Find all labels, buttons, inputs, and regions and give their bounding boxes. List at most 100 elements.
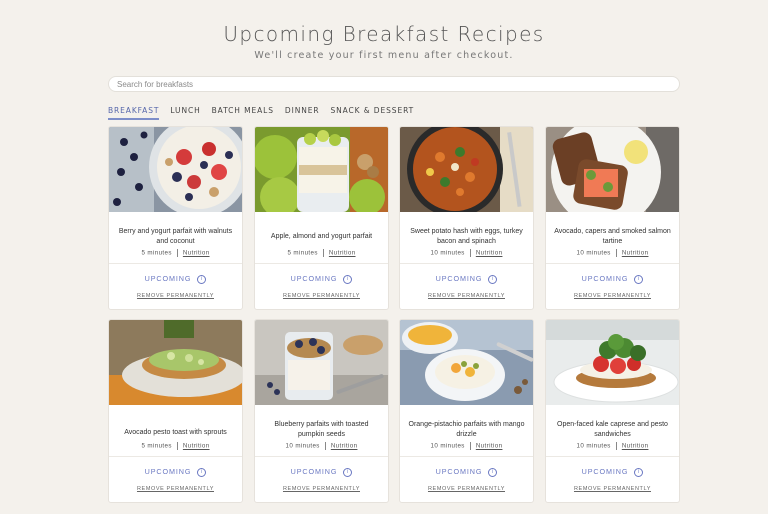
recipe-meta: 10 minutes Nutrition xyxy=(400,249,533,257)
recipes-page: Upcoming Breakfast Recipes We'll create … xyxy=(0,0,768,514)
tab-breakfast[interactable]: BREAKFAST xyxy=(108,106,160,120)
nutrition-link[interactable]: Nutrition xyxy=(622,250,649,257)
info-icon[interactable]: i xyxy=(488,467,498,477)
remove-permanently-link[interactable]: REMOVE PERMANENTLY xyxy=(255,293,388,299)
prep-time: 10 minutes xyxy=(285,442,320,450)
recipe-title[interactable]: Sweet potato hash with eggs, turkey baco… xyxy=(406,227,527,247)
recipe-card[interactable]: Avocado pesto toast with sprouts 5 minut… xyxy=(108,319,243,503)
upcoming-label: UPCOMING xyxy=(144,274,192,283)
recipe-photo[interactable] xyxy=(109,320,242,405)
upcoming-label: UPCOMING xyxy=(144,467,192,476)
upcoming-label: UPCOMING xyxy=(290,467,338,476)
search-input[interactable] xyxy=(108,76,680,92)
info-icon[interactable]: i xyxy=(197,467,207,477)
recipe-meta: 5 minutes Nutrition xyxy=(109,249,242,257)
card-divider xyxy=(109,263,242,264)
recipe-meta: 10 minutes Nutrition xyxy=(400,442,533,450)
nutrition-link[interactable]: Nutrition xyxy=(476,250,503,257)
recipe-card[interactable]: Sweet potato hash with eggs, turkey baco… xyxy=(399,126,534,310)
recipe-meta: 5 minutes Nutrition xyxy=(255,249,388,257)
remove-permanently-link[interactable]: REMOVE PERMANENTLY xyxy=(400,486,533,492)
meta-divider xyxy=(469,442,471,450)
recipe-card[interactable]: Open-faced kale caprese and pesto sandwi… xyxy=(545,319,680,503)
meta-divider xyxy=(469,249,471,257)
recipe-photo[interactable] xyxy=(400,320,533,405)
card-divider xyxy=(546,263,679,264)
tab-dinner[interactable]: DINNER xyxy=(285,106,320,120)
upcoming-button[interactable]: UPCOMING i xyxy=(255,467,388,477)
tab-lunch[interactable]: LUNCH xyxy=(170,106,200,120)
meta-divider xyxy=(176,249,178,257)
upcoming-button[interactable]: UPCOMING i xyxy=(109,467,242,477)
prep-time: 5 minutes xyxy=(287,249,318,257)
prep-time: 10 minutes xyxy=(430,249,465,257)
meal-tabs: BREAKFAST LUNCH BATCH MEALS DINNER SNACK… xyxy=(108,106,425,120)
info-icon[interactable]: i xyxy=(634,467,644,477)
upcoming-button[interactable]: UPCOMING i xyxy=(546,274,679,284)
recipe-card[interactable]: Blueberry parfaits with toasted pumpkin … xyxy=(254,319,389,503)
info-icon[interactable]: i xyxy=(343,467,353,477)
recipe-title[interactable]: Open-faced kale caprese and pesto sandwi… xyxy=(552,420,673,440)
card-divider xyxy=(255,263,388,264)
upcoming-label: UPCOMING xyxy=(435,467,483,476)
remove-permanently-link[interactable]: REMOVE PERMANENTLY xyxy=(546,486,679,492)
nutrition-link[interactable]: Nutrition xyxy=(183,443,210,450)
recipe-card[interactable]: Avocado, capers and smoked salmon tartin… xyxy=(545,126,680,310)
recipe-title[interactable]: Orange-pistachio parfaits with mango dri… xyxy=(406,420,527,440)
upcoming-button[interactable]: UPCOMING i xyxy=(546,467,679,477)
meta-divider xyxy=(324,442,326,450)
recipe-photo[interactable] xyxy=(400,127,533,212)
recipe-photo[interactable] xyxy=(546,320,679,405)
tab-batch-meals[interactable]: BATCH MEALS xyxy=(212,106,274,120)
meta-divider xyxy=(176,442,178,450)
remove-permanently-link[interactable]: REMOVE PERMANENTLY xyxy=(109,486,242,492)
prep-time: 10 minutes xyxy=(576,442,611,450)
nutrition-link[interactable]: Nutrition xyxy=(331,443,358,450)
recipe-title[interactable]: Avocado pesto toast with sprouts xyxy=(115,428,236,438)
info-icon[interactable]: i xyxy=(197,274,207,284)
upcoming-button[interactable]: UPCOMING i xyxy=(400,467,533,477)
recipe-title[interactable]: Apple, almond and yogurt parfait xyxy=(261,232,382,242)
recipe-meta: 5 minutes Nutrition xyxy=(109,442,242,450)
card-divider xyxy=(400,263,533,264)
recipe-card[interactable]: Berry and yogurt parfait with walnuts an… xyxy=(108,126,243,310)
meta-divider xyxy=(615,442,617,450)
remove-permanently-link[interactable]: REMOVE PERMANENTLY xyxy=(255,486,388,492)
upcoming-label: UPCOMING xyxy=(290,274,338,283)
upcoming-label: UPCOMING xyxy=(581,274,629,283)
recipe-card[interactable]: Orange-pistachio parfaits with mango dri… xyxy=(399,319,534,503)
upcoming-button[interactable]: UPCOMING i xyxy=(400,274,533,284)
card-divider xyxy=(400,456,533,457)
recipe-title[interactable]: Berry and yogurt parfait with walnuts an… xyxy=(115,227,236,247)
nutrition-link[interactable]: Nutrition xyxy=(622,443,649,450)
remove-permanently-link[interactable]: REMOVE PERMANENTLY xyxy=(400,293,533,299)
recipe-title[interactable]: Avocado, capers and smoked salmon tartin… xyxy=(552,227,673,247)
prep-time: 10 minutes xyxy=(430,442,465,450)
upcoming-label: UPCOMING xyxy=(435,274,483,283)
recipe-photo[interactable] xyxy=(109,127,242,212)
remove-permanently-link[interactable]: REMOVE PERMANENTLY xyxy=(546,293,679,299)
nutrition-link[interactable]: Nutrition xyxy=(476,443,503,450)
recipe-card[interactable]: Apple, almond and yogurt parfait 5 minut… xyxy=(254,126,389,310)
recipe-title[interactable]: Blueberry parfaits with toasted pumpkin … xyxy=(261,420,382,440)
prep-time: 5 minutes xyxy=(141,442,172,450)
info-icon[interactable]: i xyxy=(343,274,353,284)
tab-snack-dessert[interactable]: SNACK & DESSERT xyxy=(330,106,414,120)
nutrition-link[interactable]: Nutrition xyxy=(183,250,210,257)
prep-time: 10 minutes xyxy=(576,249,611,257)
recipe-photo[interactable] xyxy=(255,320,388,405)
card-divider xyxy=(546,456,679,457)
card-divider xyxy=(109,456,242,457)
info-icon[interactable]: i xyxy=(634,274,644,284)
recipe-photo[interactable] xyxy=(255,127,388,212)
info-icon[interactable]: i xyxy=(488,274,498,284)
upcoming-button[interactable]: UPCOMING i xyxy=(109,274,242,284)
page-title: Upcoming Breakfast Recipes xyxy=(223,22,545,46)
recipe-meta: 10 minutes Nutrition xyxy=(546,249,679,257)
nutrition-link[interactable]: Nutrition xyxy=(329,250,356,257)
upcoming-button[interactable]: UPCOMING i xyxy=(255,274,388,284)
meta-divider xyxy=(322,249,324,257)
remove-permanently-link[interactable]: REMOVE PERMANENTLY xyxy=(109,293,242,299)
upcoming-label: UPCOMING xyxy=(581,467,629,476)
recipe-photo[interactable] xyxy=(546,127,679,212)
